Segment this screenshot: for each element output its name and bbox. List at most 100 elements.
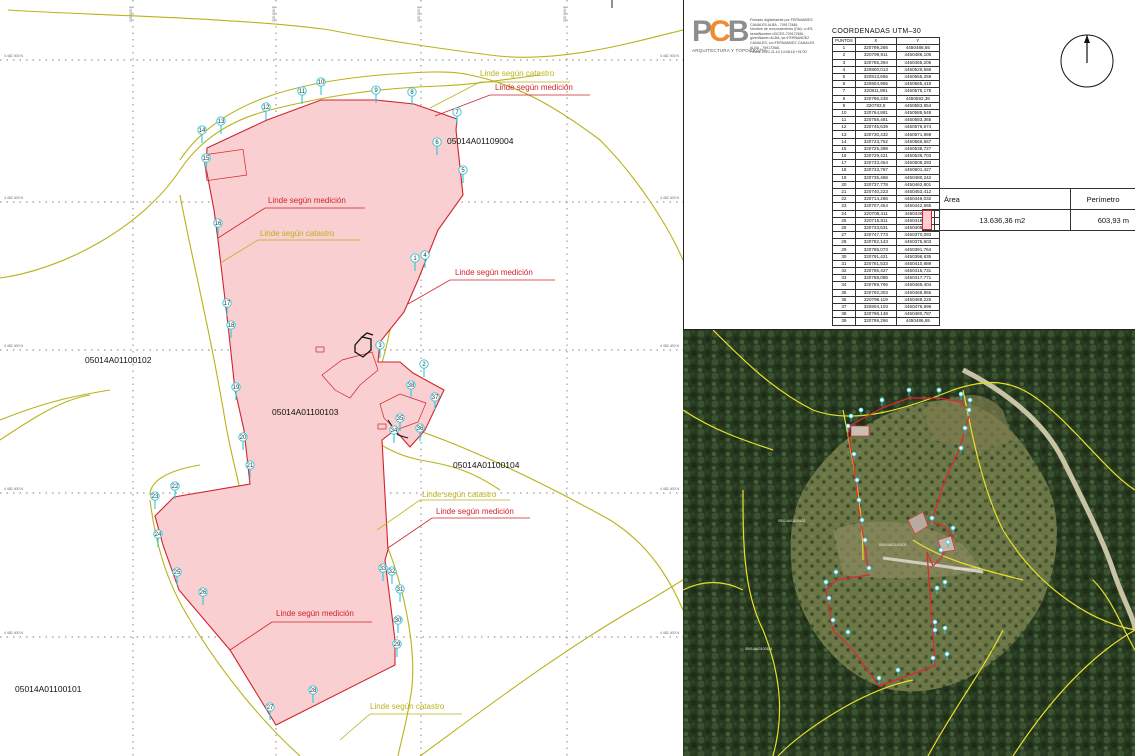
parcel-label-101: 05014A01100101 bbox=[15, 684, 82, 694]
coords-cell: 25 bbox=[832, 216, 856, 225]
coords-cell: 4450486,65 bbox=[895, 317, 940, 326]
coords-cell: 4450583,365 bbox=[895, 116, 940, 125]
coords-cell: 36 bbox=[832, 295, 856, 304]
survey-point-label: 33 bbox=[380, 566, 387, 572]
coords-row: 29 320785,073 4450391,764 bbox=[832, 245, 940, 254]
coords-cell: 4450370,093 bbox=[895, 231, 940, 240]
coords-cell: 320785,394 bbox=[854, 58, 897, 67]
coords-cell: 13 bbox=[832, 130, 856, 139]
label-linde-catastro-4: Linde según catastro bbox=[370, 702, 445, 711]
coords-cell: 320789,766 bbox=[854, 281, 897, 290]
coords-cell: 4450575,178 bbox=[895, 87, 940, 96]
svg-text:320 600 E: 320 600 E bbox=[417, 5, 421, 22]
survey-point-8: 8 bbox=[407, 87, 417, 105]
coords-row: 10 320764,881 4450585,548 bbox=[832, 108, 940, 118]
survey-point-label: 13 bbox=[218, 119, 225, 125]
coords-cell: 320707,454 bbox=[854, 202, 897, 211]
survey-point-label: 17 bbox=[224, 301, 231, 307]
label-linde-medicion-1: Linde según medición bbox=[495, 83, 573, 92]
coords-cell: 320799,266 bbox=[854, 44, 897, 53]
coords-row: 5 320813,655 4450555,259 bbox=[832, 72, 940, 82]
svg-text:4 482 400 N: 4 482 400 N bbox=[660, 631, 680, 635]
coords-cell: 320745,639 bbox=[854, 123, 897, 132]
coords-row: 14 320723,752 4450566,657 bbox=[832, 137, 940, 146]
label-linde-medicion-3: Linde según medición bbox=[455, 268, 533, 277]
label-linde-medicion-2: Linde según medición bbox=[268, 196, 346, 205]
coords-cell: 4450501,427 bbox=[895, 166, 940, 175]
coords-cell: 320782,143 bbox=[854, 238, 897, 247]
coords-cell: 11 bbox=[832, 116, 856, 125]
coords-row: 7 320811,891 4450575,178 bbox=[832, 87, 940, 96]
parcel-label-102: 05014A01100102 bbox=[85, 355, 152, 365]
coords-cell: 4450525,568 bbox=[895, 65, 940, 74]
coords-header-y: Y bbox=[895, 36, 940, 46]
survey-point-label: 18 bbox=[228, 323, 235, 329]
svg-text:05014A01100101: 05014A01100101 bbox=[745, 647, 772, 651]
label-linde-catastro-1: Linde según catastro bbox=[480, 69, 555, 78]
coords-cell: 29 bbox=[832, 245, 856, 254]
coords-cell: 28 bbox=[832, 238, 856, 247]
survey-point-32: 32 bbox=[387, 566, 397, 584]
survey-point-label: 30 bbox=[395, 618, 402, 624]
coords-cell: 4450555,259 bbox=[895, 72, 940, 82]
survey-point-label: 27 bbox=[267, 705, 274, 711]
survey-point-label: 22 bbox=[172, 484, 179, 490]
svg-text:320 600 E: 320 600 E bbox=[272, 5, 276, 22]
survey-point-label: 23 bbox=[152, 494, 159, 500]
coords-cell: 5 bbox=[832, 72, 856, 82]
coords-cell: 18 bbox=[832, 166, 856, 175]
parcel-label-103: 05014A01100103 bbox=[272, 407, 339, 417]
coords-row: 35 320792,303 4450468,856 bbox=[832, 288, 940, 297]
coords-cell: 4450415,731 bbox=[895, 266, 940, 276]
survey-point-30: 30 bbox=[393, 615, 403, 633]
coords-row: 6 320804,955 4450565,418 bbox=[832, 80, 940, 89]
coords-row: 32 320786,427 4450415,731 bbox=[832, 266, 940, 276]
coords-cell: 320799,911 bbox=[854, 51, 897, 60]
coords-row: 27 320747,773 4450370,093 bbox=[832, 231, 940, 240]
coords-cell: 1 bbox=[832, 44, 856, 53]
survey-point-label: 10 bbox=[318, 80, 325, 86]
survey-point-label: 31 bbox=[397, 587, 404, 593]
coords-cell: 4450585,548 bbox=[895, 108, 940, 118]
survey-point-label: 20 bbox=[240, 435, 247, 441]
svg-text:4 482 400 N: 4 482 400 N bbox=[660, 487, 680, 491]
coords-cell: 4 bbox=[832, 65, 856, 74]
coords-row: 16 320729,421 4450536,703 bbox=[832, 151, 940, 161]
coords-cell: 4450468,856 bbox=[895, 288, 940, 297]
coords-cell: 320811,891 bbox=[854, 87, 897, 96]
svg-text:4 482 400 N: 4 482 400 N bbox=[660, 54, 680, 58]
coords-row: 36 320798,119 4450468,226 bbox=[832, 295, 940, 304]
coords-cell: 320796,248 bbox=[854, 94, 897, 103]
coords-row: 3 320785,394 4450465,205 bbox=[832, 58, 940, 67]
coords-cell: 4450476,698 bbox=[895, 302, 940, 312]
parcel-label-104: 05014A01100104 bbox=[453, 460, 520, 470]
coords-cell: 31 bbox=[832, 259, 856, 269]
survey-point-34: 34 bbox=[389, 425, 399, 443]
coords-cell: 17 bbox=[832, 159, 856, 168]
coords-cell: 320735,466 bbox=[854, 173, 897, 182]
coords-cell: 320799,266 bbox=[854, 317, 897, 326]
coords-cell: 4450410,889 bbox=[895, 259, 940, 269]
survey-point-10: 10 bbox=[316, 77, 326, 95]
coords-cell: 320708,411 bbox=[854, 209, 897, 218]
coords-row: 12 320745,639 4450576,674 bbox=[832, 123, 940, 132]
coords-cell: 320792,303 bbox=[854, 288, 897, 297]
survey-point-label: 15 bbox=[203, 156, 210, 162]
coords-cell: 14 bbox=[832, 137, 856, 146]
coords-cell: 320723,752 bbox=[854, 137, 897, 146]
svg-text:320 600 E: 320 600 E bbox=[129, 5, 133, 22]
perimeter-header: Perímetro bbox=[1070, 188, 1135, 210]
digital-signature: Firmado digitalmente por FERNANDEZ CANALE… bbox=[750, 18, 830, 55]
survey-point-2: 2 bbox=[419, 359, 429, 377]
label-linde-medicion-4: Linde según medición bbox=[436, 507, 514, 516]
survey-point-label: 36 bbox=[417, 426, 424, 432]
coords-cell: 6 bbox=[832, 80, 856, 89]
coords-row: 38 320798,148 4450480,787 bbox=[832, 310, 940, 319]
coords-cell: 320715,811 bbox=[854, 216, 897, 225]
coords-cell: 23 bbox=[832, 202, 856, 211]
svg-text:4 482 400 N: 4 482 400 N bbox=[4, 54, 24, 58]
coords-cell: 320747,773 bbox=[854, 231, 897, 240]
coords-cell: 320804,955 bbox=[854, 80, 897, 89]
site-plan: 4 482 400 N 4 482 400 N 4 482 400 N 4 48… bbox=[0, 0, 683, 756]
coords-cell: 4450465,404 bbox=[895, 281, 940, 290]
